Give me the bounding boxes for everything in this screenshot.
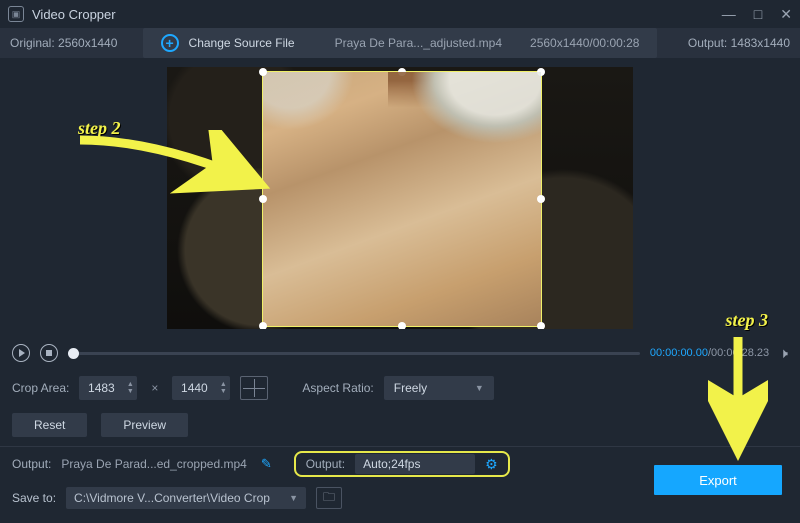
maximize-button[interactable]: □ xyxy=(754,6,762,23)
aspect-ratio-value: Freely xyxy=(394,381,427,395)
original-dimensions: Original: 2560x1440 xyxy=(10,36,117,50)
app-icon: ▣ xyxy=(8,6,24,22)
edit-filename-icon[interactable]: ✎ xyxy=(261,456,272,472)
crop-width-input[interactable] xyxy=(79,381,123,395)
open-folder-button[interactable]: 🗀 xyxy=(316,487,342,509)
center-crop-button[interactable] xyxy=(240,376,268,400)
current-time: 00:00:00.00 xyxy=(650,347,708,359)
preview-area xyxy=(0,58,800,338)
preview-button[interactable]: Preview xyxy=(101,413,188,437)
crop-area-label: Crop Area: xyxy=(12,381,69,395)
chevron-down-icon: ▼ xyxy=(289,493,298,503)
total-time: 00:00 28.23 xyxy=(711,347,769,359)
width-spinner[interactable]: ▲▼ xyxy=(123,381,137,395)
output-settings-value[interactable]: Auto;24fps xyxy=(355,454,475,474)
source-bar: + Change Source File Praya De Para..._ad… xyxy=(143,28,658,58)
close-button[interactable]: ✕ xyxy=(780,6,792,23)
crop-width-field[interactable]: ▲▼ xyxy=(79,376,137,400)
crop-handle-ml[interactable] xyxy=(259,195,267,203)
crop-handle-tr[interactable] xyxy=(537,68,545,76)
timeline-knob[interactable] xyxy=(68,348,79,359)
reset-button[interactable]: Reset xyxy=(12,413,87,437)
save-path-text: C:\Vidmore V...Converter\Video Crop xyxy=(74,491,270,505)
plus-icon[interactable]: + xyxy=(161,34,179,52)
output-settings-text: Auto;24fps xyxy=(363,457,420,471)
crop-handle-bm[interactable] xyxy=(398,322,406,329)
video-preview[interactable] xyxy=(167,67,633,329)
height-spinner[interactable]: ▲▼ xyxy=(216,381,230,395)
crop-handle-bl[interactable] xyxy=(259,322,267,329)
annotation-step3: step 3 xyxy=(726,310,769,331)
stop-button[interactable] xyxy=(40,344,58,362)
title-bar: ▣ Video Cropper — □ ✕ xyxy=(0,0,800,28)
output-settings-highlight: Output: Auto;24fps ⚙ xyxy=(294,451,510,477)
crop-height-field[interactable]: ▲▼ xyxy=(172,376,230,400)
crop-controls: Crop Area: ▲▼ × ▲▼ Aspect Ratio: Freely … xyxy=(0,368,800,408)
timecode-display: 00:00:00.00/00:00 28.23 xyxy=(650,347,769,359)
source-info: 2560x1440/00:00:28 xyxy=(530,36,639,50)
output-filename: Praya De Parad...ed_cropped.mp4 xyxy=(61,457,246,471)
crop-handle-tm[interactable] xyxy=(398,68,406,76)
output-label: Output: xyxy=(12,457,51,471)
timeline-slider[interactable] xyxy=(68,352,640,355)
gear-icon[interactable]: ⚙ xyxy=(485,456,498,473)
transport-bar: 00:00:00.00/00:00 28.23 🕨 xyxy=(0,338,800,368)
source-filename: Praya De Para..._adjusted.mp4 xyxy=(335,36,502,50)
output-dimensions: Output: 1483x1440 xyxy=(688,36,790,50)
output-settings-label: Output: xyxy=(306,457,345,471)
action-buttons-row: Reset Preview xyxy=(0,408,800,442)
annotation-step2: step 2 xyxy=(78,118,121,139)
export-button[interactable]: Export xyxy=(654,465,782,495)
play-button[interactable] xyxy=(12,344,30,362)
volume-icon[interactable]: 🕨 xyxy=(779,345,788,362)
crop-height-input[interactable] xyxy=(172,381,216,395)
save-to-label: Save to: xyxy=(12,491,56,505)
dimension-multiply: × xyxy=(147,381,162,395)
crop-handle-mr[interactable] xyxy=(537,195,545,203)
change-source-button[interactable]: Change Source File xyxy=(189,36,295,50)
info-strip: Original: 2560x1440 + Change Source File… xyxy=(0,28,800,58)
crop-handle-tl[interactable] xyxy=(259,68,267,76)
aspect-ratio-label: Aspect Ratio: xyxy=(302,381,373,395)
chevron-down-icon: ▼ xyxy=(475,383,484,393)
crop-rectangle[interactable] xyxy=(262,71,542,327)
crop-handle-br[interactable] xyxy=(537,322,545,329)
aspect-ratio-select[interactable]: Freely ▼ xyxy=(384,376,494,400)
minimize-button[interactable]: — xyxy=(722,6,736,23)
app-title: Video Cropper xyxy=(32,7,116,22)
save-path-select[interactable]: C:\Vidmore V...Converter\Video Crop ▼ xyxy=(66,487,306,509)
